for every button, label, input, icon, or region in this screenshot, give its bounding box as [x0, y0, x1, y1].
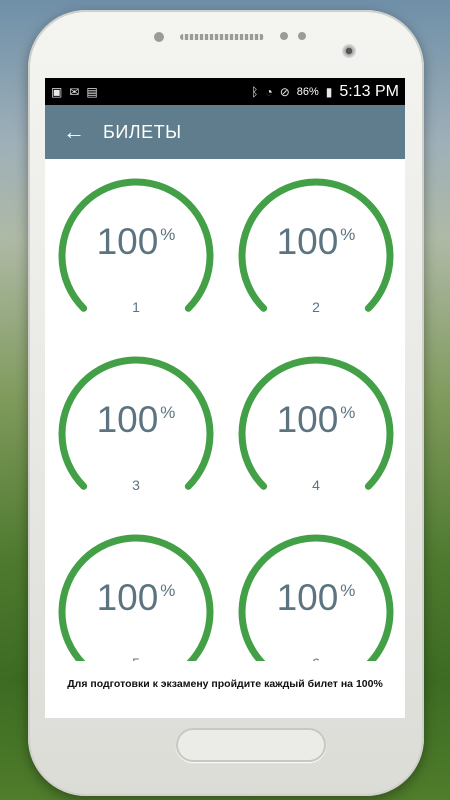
ticket-percent: 100%	[231, 399, 401, 441]
percent-sign: %	[160, 581, 176, 600]
image-icon: ▣	[51, 84, 63, 99]
percent-sign: %	[340, 581, 356, 600]
ticket-percent: 100%	[51, 577, 221, 619]
ticket-number: 2	[312, 299, 320, 315]
percent-value: 100	[96, 577, 159, 618]
clock: 5:13 PM	[339, 82, 399, 100]
no-disturb-icon: ⊘	[279, 84, 290, 99]
ticket-tile-3[interactable]: 100% 3	[51, 349, 221, 519]
home-button[interactable]	[176, 728, 326, 762]
battery-level: 86%	[296, 85, 319, 98]
status-bar: ▣ ✉ ▤ ᛒ ◔ ⊘ 86% ▮ 5:13 PM	[45, 78, 405, 105]
ticket-percent: 100%	[51, 399, 221, 441]
mail-icon: ✉	[69, 84, 80, 99]
battery-icon: ▮	[325, 84, 333, 99]
ticket-tile-1[interactable]: 100% 1	[51, 171, 221, 341]
ticket-number: 4	[312, 477, 320, 493]
percent-sign: %	[340, 225, 356, 244]
ticket-percent: 100%	[231, 221, 401, 263]
earpiece-speaker	[180, 34, 264, 40]
arrow-left-icon[interactable]: ←	[63, 119, 103, 145]
wifi-icon: ◔	[265, 84, 273, 99]
percent-value: 100	[276, 221, 339, 262]
sensor-dot	[280, 32, 288, 40]
ticket-number: 1	[132, 299, 140, 315]
percent-value: 100	[276, 577, 339, 618]
ticket-number: 3	[132, 477, 140, 493]
percent-sign: %	[340, 403, 356, 422]
percent-value: 100	[96, 399, 159, 440]
percent-value: 100	[276, 399, 339, 440]
ticket-percent: 100%	[231, 577, 401, 619]
page-title: БИЛЕТЫ	[103, 121, 182, 142]
app-bar: ← БИЛЕТЫ	[45, 105, 405, 159]
tickets-grid: 100%1100%2100%3100%4100%5100%6	[45, 159, 405, 671]
sensor-dot	[298, 32, 306, 40]
bluetooth-icon: ᛒ	[251, 84, 259, 99]
percent-value: 100	[96, 221, 159, 262]
sensor-dot	[154, 32, 164, 42]
percent-sign: %	[160, 403, 176, 422]
sim-icon: ▤	[86, 84, 98, 99]
ticket-percent: 100%	[51, 221, 221, 263]
footer-hint: Для подготовки к экзамену пройдите кажды…	[45, 661, 405, 718]
ticket-tile-4[interactable]: 100% 4	[231, 349, 401, 519]
front-camera	[342, 44, 356, 58]
ticket-tile-2[interactable]: 100% 2	[231, 171, 401, 341]
screen: ▣ ✉ ▤ ᛒ ◔ ⊘ 86% ▮ 5:13 PM ← БИЛЕТЫ 100% 1…	[45, 78, 405, 718]
percent-sign: %	[160, 225, 176, 244]
